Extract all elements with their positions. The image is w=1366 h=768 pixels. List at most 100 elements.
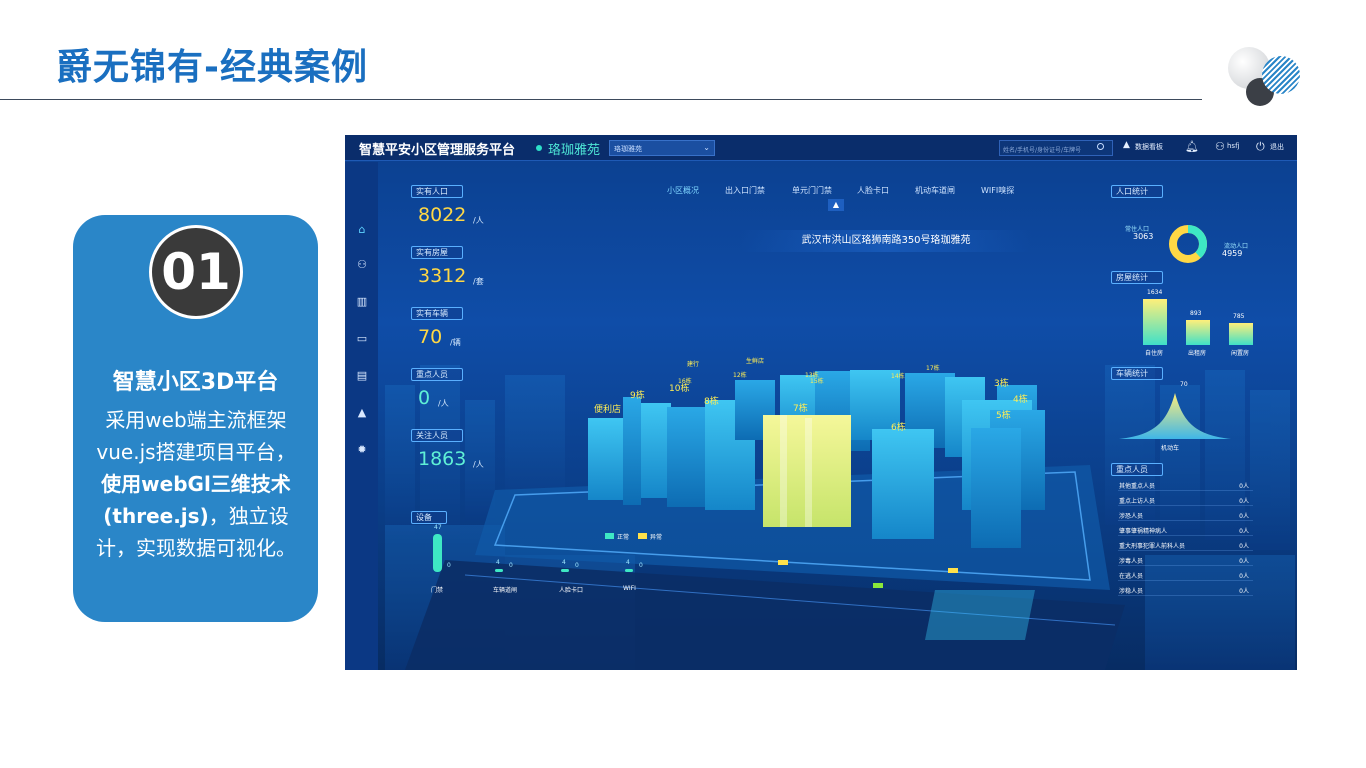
stat-value-watched-persons: 1863 (418, 448, 467, 470)
building-label[interactable]: 生鲜店 (746, 356, 764, 365)
community-address: 武汉市洪山区珞狮南路350号珞珈雅苑 (740, 230, 1032, 252)
key-person-count: 0人 (1239, 483, 1249, 490)
bell-icon[interactable]: 🔔︎ (1185, 140, 1199, 153)
key-person-count: 0人 (1239, 573, 1249, 580)
device-label: 车辆道闸 (493, 587, 518, 594)
key-person-row[interactable]: 重大刑事犯罪人前科人员 0人 (1118, 539, 1253, 551)
case-description: 采用web端主流框架vue.js搭建项目平台，使用webGl三维技术(three… (92, 404, 300, 564)
building-label[interactable]: 5栋 (996, 408, 1011, 421)
building-label[interactable]: 8栋 (704, 394, 719, 407)
tab-overview[interactable]: 小区概况 (667, 185, 699, 196)
housing-value: 785 (1233, 312, 1245, 320)
settings-icon[interactable]: ✹ (355, 443, 369, 457)
app-title: 智慧平安小区管理服务平台 (359, 143, 516, 158)
housing-label: 闲置房 (1231, 350, 1250, 357)
device-label: 人脸卡口 (559, 587, 584, 594)
device-bar (561, 569, 569, 572)
tab-face-checkpoint[interactable]: 人脸卡口 (857, 185, 889, 196)
key-person-category: 其他重点人员 (1119, 483, 1156, 490)
collapse-arrow-icon[interactable]: ▲ (828, 199, 844, 211)
stat-value-key-persons: 0 (418, 387, 431, 409)
key-persons-title: 重点人员 (1111, 463, 1163, 476)
building-label[interactable]: 15栋 (810, 376, 824, 385)
community-select[interactable]: 珞珈雅苑 ⌄ (609, 140, 715, 156)
vehicle-count: 70 (1180, 381, 1188, 388)
key-person-row[interactable]: 在逃人员 0人 (1118, 569, 1253, 581)
user-icon[interactable]: ⚇ (1215, 140, 1225, 153)
car-icon[interactable]: ▭ (355, 332, 369, 346)
home-icon[interactable]: ⌂ (355, 223, 369, 237)
building-label[interactable]: 4栋 (1013, 392, 1028, 405)
device-label: WIFI (623, 585, 636, 592)
slide-title: 爵无锦有-经典案例 (56, 47, 368, 88)
dashboard-link[interactable]: 数据看板 (1135, 142, 1163, 152)
building-label[interactable]: 12栋 (733, 370, 747, 379)
title-divider (0, 99, 1202, 100)
search-input[interactable]: 姓名/手机号/身份证号/车牌号 (999, 140, 1113, 156)
key-person-category: 重大刑事犯罪人前科人员 (1119, 543, 1186, 550)
key-person-count: 0人 (1239, 558, 1249, 565)
stat-unit-key-persons: /人 (438, 399, 449, 408)
floating-value: 4959 (1222, 249, 1243, 258)
device-bar (495, 569, 503, 572)
legend-normal-swatch (605, 533, 614, 539)
key-person-row[interactable]: 肇事肇祸精神病人 0人 (1118, 524, 1253, 536)
device-abnormal-count: 0 (509, 562, 513, 569)
stat-value-population: 8022 (418, 204, 467, 226)
tab-vehicle-gate[interactable]: 机动车道闸 (915, 185, 955, 196)
key-person-row[interactable]: 涉毒人员 0人 (1118, 554, 1253, 566)
building-icon[interactable]: ▥ (355, 295, 369, 309)
device-label: 门禁 (431, 587, 444, 594)
screen-icon[interactable]: ▤ (355, 369, 369, 383)
key-person-count: 0人 (1239, 513, 1249, 520)
stat-label-watched-persons: 关注人员 (411, 429, 463, 442)
stat-label-vehicles: 实有车辆 (411, 307, 463, 320)
building-label[interactable]: 10栋 (669, 381, 689, 394)
key-person-category: 涉毒人员 (1119, 558, 1144, 565)
case-number-badge: 01 (149, 225, 243, 319)
building-label[interactable]: 便利店 (594, 402, 621, 415)
device-abnormal-count: 0 (575, 562, 579, 569)
dashboard-icon[interactable]: ▲ (1123, 140, 1130, 150)
people-icon[interactable]: ⚇ (355, 258, 369, 272)
tab-wifi-sniff[interactable]: WIFI嗅探 (981, 185, 1014, 196)
key-person-row[interactable]: 涉恐人员 0人 (1118, 509, 1253, 521)
housing-bar (1143, 299, 1167, 345)
power-icon[interactable]: ⏻ (1256, 140, 1265, 154)
legend-abnormal-label: 异常 (650, 534, 663, 541)
building-label[interactable]: 3栋 (994, 376, 1009, 389)
building-label[interactable]: 7栋 (793, 401, 808, 414)
key-person-category: 涉稳人员 (1119, 588, 1144, 595)
slide: 爵无锦有-经典案例 01 智慧小区3D平台 采用web端主流框架vue.js搭建… (0, 0, 1366, 768)
stat-unit-watched-persons: /人 (473, 460, 484, 469)
housing-label: 自住房 (1145, 350, 1164, 357)
key-person-count: 0人 (1239, 543, 1249, 550)
stat-value-vehicles: 70 (418, 326, 443, 348)
stat-unit-vehicles: /辆 (450, 338, 461, 347)
housing-bar (1229, 322, 1253, 345)
devices-title: 设备 (411, 511, 447, 524)
building-label[interactable]: 6栋 (891, 420, 906, 433)
building-label[interactable]: 17栋 (926, 363, 940, 372)
building-label[interactable]: 建行 (687, 359, 699, 368)
tab-unit-access[interactable]: 单元门门禁 (792, 185, 832, 196)
key-person-count: 0人 (1239, 588, 1249, 595)
logout-link[interactable]: 退出 (1270, 142, 1284, 152)
search-icon[interactable] (1097, 143, 1104, 150)
building-label[interactable]: 9栋 (630, 388, 645, 401)
device-normal-count: 4 (626, 558, 630, 566)
building-label[interactable]: 14栋 (891, 371, 905, 380)
population-title: 人口统计 (1111, 185, 1163, 198)
device-normal-count: 4 (562, 558, 566, 566)
decor-circle-striped (1262, 56, 1300, 94)
key-person-category: 在逃人员 (1119, 573, 1144, 580)
key-person-row[interactable]: 重点上访人员 0人 (1118, 494, 1253, 506)
alarm-icon[interactable]: ▲ (355, 406, 369, 420)
key-person-row[interactable]: 涉稳人员 0人 (1118, 584, 1253, 596)
legend-abnormal-swatch (638, 533, 647, 539)
key-person-count: 0人 (1239, 498, 1249, 505)
user-name[interactable]: hsfj (1227, 142, 1240, 150)
device-bar (625, 569, 633, 572)
tab-entrance-access[interactable]: 出入口门禁 (725, 185, 765, 196)
key-person-row[interactable]: 其他重点人员 0人 (1118, 479, 1253, 491)
